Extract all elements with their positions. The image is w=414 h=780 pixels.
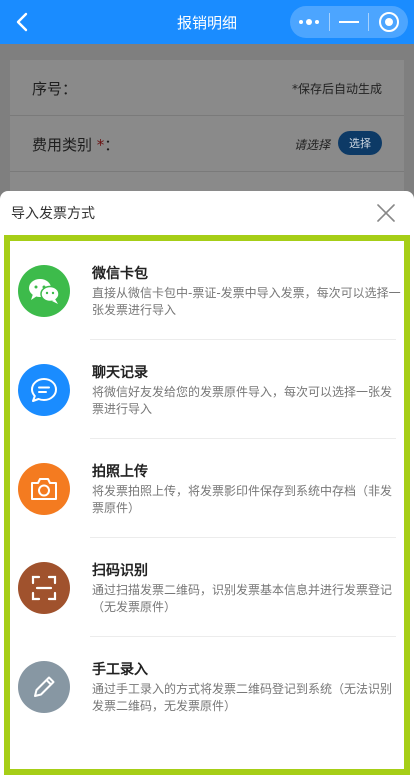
form-row-serial: 序号： *保存后自动生成	[10, 60, 404, 116]
import-options-panel: 微信卡包 直接从微信卡包中-票证-发票中导入发票，每次可以选择一张发票进行导入 …	[4, 235, 410, 775]
category-label: 费用类别 *：	[32, 136, 120, 154]
option-title: 拍照上传	[92, 464, 148, 480]
form-row-category[interactable]: 费用类别 *： 请选择 选择	[10, 116, 404, 172]
pencil-icon	[18, 661, 70, 713]
sheet-close-button[interactable]	[374, 201, 398, 225]
select-button[interactable]: 选择	[338, 131, 382, 155]
option-description: 通过扫描发票二维码，识别发票基本信息并进行发票登记（无发票原件）	[92, 583, 393, 614]
option-manual-entry[interactable]: 手工录入 通过手工录入的方式将发票二维码登记到系统（无法识别发票二维码，无发票原…	[10, 637, 404, 736]
mini-program-capsule	[290, 6, 408, 38]
sheet-title: 导入发票方式	[11, 206, 95, 222]
option-wechat-card[interactable]: 微信卡包 直接从微信卡包中-票证-发票中导入发票，每次可以选择一张发票进行导入	[10, 241, 404, 340]
more-button[interactable]	[290, 6, 329, 38]
more-dots-icon	[299, 19, 320, 25]
nav-bar: 报销明细	[0, 0, 414, 44]
target-close-icon	[378, 12, 399, 32]
import-invoice-sheet: 导入发票方式 微信卡包 直接从微信卡包中-票证-发票中导入发票，每次可以选择一张…	[0, 191, 414, 780]
option-title: 微信卡包	[92, 266, 148, 282]
minimize-button[interactable]	[330, 6, 369, 38]
minimize-icon	[339, 21, 359, 23]
chat-bubble-icon	[18, 364, 70, 416]
option-photo-upload[interactable]: 拍照上传 将发票拍照上传，将发票影印件保存到系统中存档（非发票原件）	[10, 439, 404, 538]
scan-icon	[18, 562, 70, 614]
serial-label: 序号：	[32, 80, 78, 98]
option-description: 将发票拍照上传，将发票影印件保存到系统中存档（非发票原件）	[92, 484, 393, 515]
option-description: 将微信好友发给您的发票原件导入，每次可以选择一张发票进行导入	[92, 385, 393, 416]
camera-icon	[18, 463, 70, 515]
close-icon	[377, 204, 395, 222]
option-description: 直接从微信卡包中-票证-发票中导入发票，每次可以选择一张发票进行导入	[92, 286, 401, 317]
option-title: 扫码识别	[92, 563, 148, 579]
capsule-close-button[interactable]	[369, 6, 408, 38]
category-placeholder: 请选择	[293, 138, 330, 152]
wechat-icon	[18, 265, 70, 317]
option-chat-record[interactable]: 聊天记录 将微信好友发给您的发票原件导入，每次可以选择一张发票进行导入	[10, 340, 404, 439]
option-description: 通过手工录入的方式将发票二维码登记到系统（无法识别发票二维码，无发票原件）	[92, 682, 393, 713]
option-scan-code[interactable]: 扫码识别 通过扫描发票二维码，识别发票基本信息并进行发票登记（无发票原件）	[10, 538, 404, 637]
option-title: 聊天记录	[92, 365, 148, 381]
serial-value: *保存后自动生成	[291, 82, 382, 96]
sheet-header: 导入发票方式	[0, 191, 414, 235]
option-title: 手工录入	[92, 662, 148, 678]
